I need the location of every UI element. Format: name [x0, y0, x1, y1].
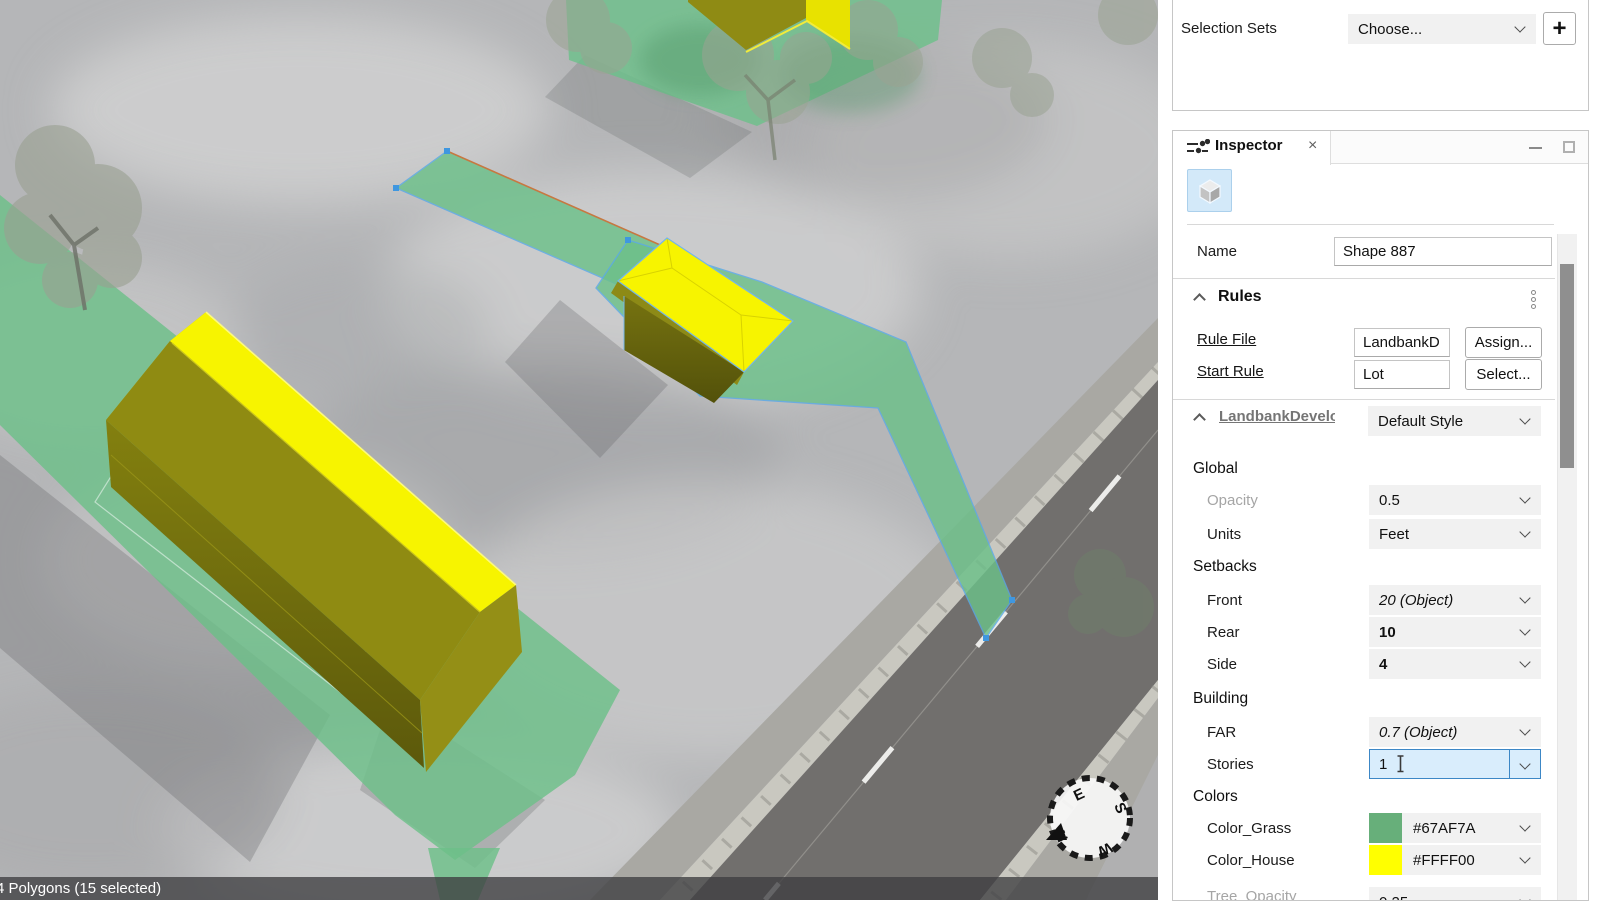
section-setbacks: Setbacks [1193, 558, 1257, 576]
chevron-down-icon [1519, 758, 1530, 769]
divider [1173, 399, 1555, 400]
chevron-down-icon [1519, 492, 1530, 503]
side-label: Side [1207, 656, 1237, 673]
front-dropdown[interactable]: 20 (Object) [1369, 585, 1541, 615]
far-value: 0.7 (Object) [1379, 724, 1457, 741]
rear-dropdown[interactable]: 10 [1369, 617, 1541, 647]
color-house-label: Color_House [1207, 852, 1295, 869]
units-dropdown[interactable]: Feet [1369, 519, 1541, 549]
add-selection-set-button[interactable]: + [1543, 12, 1576, 45]
name-value: Shape 887 [1343, 243, 1416, 260]
front-value: 20 (Object) [1379, 592, 1453, 609]
start-rule-link[interactable]: Start Rule [1197, 363, 1264, 380]
collapse-rule-group-icon[interactable] [1193, 413, 1206, 426]
start-rule-input[interactable]: Lot [1354, 360, 1450, 389]
chevron-down-icon [1519, 592, 1530, 603]
chevron-down-icon [1519, 724, 1530, 735]
maximize-icon[interactable] [1563, 141, 1575, 153]
assign-rule-button[interactable]: Assign... [1465, 327, 1542, 358]
selection-sets-panel: Selection Sets Choose... + [1172, 0, 1589, 111]
rear-label: Rear [1207, 624, 1240, 641]
opacity-dropdown[interactable]: 0.5 [1369, 485, 1541, 515]
3d-viewport[interactable]: N E S W 4 Polygons (15 selected) [0, 0, 1158, 900]
rear-value: 10 [1379, 624, 1396, 641]
grass-color-swatch [1369, 813, 1402, 843]
name-input[interactable]: Shape 887 [1334, 237, 1552, 266]
rule-file-value: LandbankD [1363, 334, 1440, 351]
color-house-value: #FFFF00 [1413, 852, 1475, 869]
rule-file-input[interactable]: LandbankD [1354, 328, 1450, 357]
rule-name-link[interactable]: LandbankDevelo [1219, 408, 1335, 425]
tree-opacity-label: Tree_Opacity [1207, 888, 1296, 901]
tab-inspector[interactable]: Inspector × [1173, 131, 1331, 165]
chevron-down-icon [1519, 624, 1530, 635]
opacity-label: Opacity [1207, 492, 1258, 509]
rules-header: Rules [1218, 288, 1262, 306]
stories-value: 1 [1379, 756, 1387, 773]
tree-opacity-value: 0.25 [1379, 894, 1408, 902]
collapse-rules-icon[interactable] [1193, 293, 1206, 306]
stories-label: Stories [1207, 756, 1254, 773]
house-color-swatch [1369, 845, 1402, 875]
far-label: FAR [1207, 724, 1236, 741]
chevron-down-icon [1519, 413, 1530, 424]
selection-count-text: 4 Polygons (15 selected) [0, 877, 161, 900]
kebab-menu-icon[interactable] [1531, 289, 1536, 310]
stories-input-active[interactable]: 1 [1369, 749, 1541, 779]
color-grass-dropdown[interactable]: #67AF7A [1369, 813, 1541, 843]
side-dropdown[interactable]: 4 [1369, 649, 1541, 679]
divider [1173, 278, 1555, 279]
chevron-down-icon [1519, 852, 1530, 863]
scene[interactable]: N E S W [0, 0, 1158, 900]
chevron-down-icon [1519, 894, 1530, 901]
color-grass-label: Color_Grass [1207, 820, 1291, 837]
section-global: Global [1193, 460, 1238, 478]
name-label: Name [1197, 243, 1237, 260]
tree-opacity-dropdown[interactable]: 0.25 [1369, 887, 1541, 901]
close-icon[interactable]: × [1308, 137, 1317, 155]
chevron-down-icon [1519, 820, 1530, 831]
cube-icon [1196, 177, 1224, 205]
tab-title: Inspector [1215, 137, 1283, 154]
minimize-icon[interactable] [1529, 147, 1542, 149]
section-building: Building [1193, 690, 1248, 708]
inspector-tab-bar: Inspector × [1173, 131, 1588, 164]
far-dropdown[interactable]: 0.7 (Object) [1369, 717, 1541, 747]
front-label: Front [1207, 592, 1242, 609]
rule-file-link[interactable]: Rule File [1197, 331, 1256, 348]
units-value: Feet [1379, 526, 1409, 543]
color-grass-value: #67AF7A [1413, 820, 1476, 837]
inspector-window: Inspector × Name Shape 887 Rules Rule Fi… [1172, 130, 1589, 901]
inspector-icon [1186, 139, 1210, 156]
chevron-down-icon [1519, 656, 1530, 667]
select-rule-button[interactable]: Select... [1465, 359, 1542, 390]
viewport-status-bar: 4 Polygons (15 selected) [0, 877, 1158, 900]
stories-chevron-cell[interactable] [1509, 750, 1540, 778]
chevron-down-icon [1514, 21, 1525, 32]
plus-icon: + [1552, 15, 1566, 43]
style-dropdown[interactable]: Default Style [1368, 406, 1541, 436]
shape-mode-button[interactable] [1187, 169, 1232, 212]
units-label: Units [1207, 526, 1241, 543]
color-house-dropdown[interactable]: #FFFF00 [1369, 845, 1541, 875]
divider [1187, 224, 1554, 225]
opacity-value: 0.5 [1379, 492, 1400, 509]
text-cursor-icon [1395, 754, 1407, 774]
selection-sets-label: Selection Sets [1181, 20, 1277, 37]
section-colors: Colors [1193, 788, 1238, 806]
inspector-scrollbar-thumb[interactable] [1560, 264, 1574, 468]
selection-sets-value: Choose... [1358, 21, 1422, 38]
selection-sets-dropdown[interactable]: Choose... [1348, 14, 1536, 44]
chevron-down-icon [1519, 526, 1530, 537]
side-value: 4 [1379, 656, 1387, 673]
style-value: Default Style [1378, 413, 1463, 430]
start-rule-value: Lot [1363, 366, 1384, 383]
